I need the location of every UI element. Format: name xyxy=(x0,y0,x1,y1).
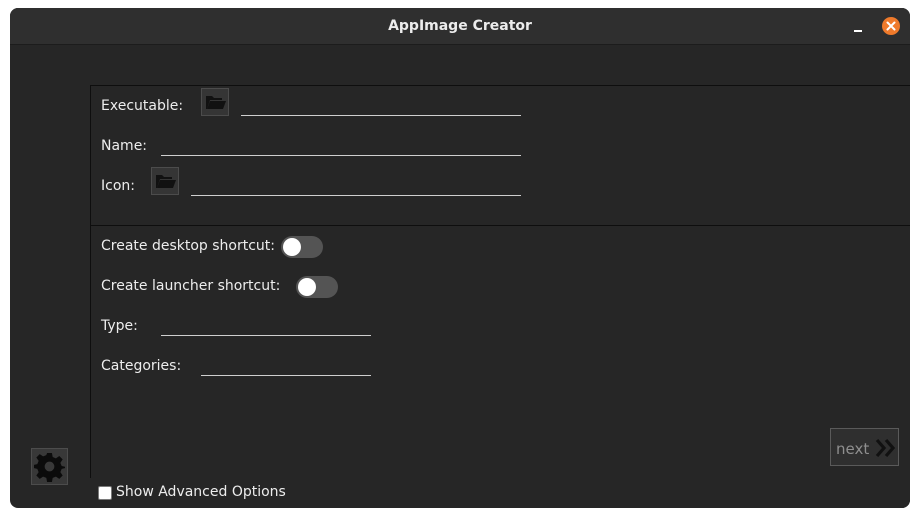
show-advanced-checkbox[interactable] xyxy=(98,486,112,500)
desktop-shortcut-label: Create desktop shortcut: xyxy=(101,238,276,254)
type-field[interactable] xyxy=(161,319,371,336)
next-label: next xyxy=(836,440,870,458)
executable-field[interactable] xyxy=(241,99,521,116)
settings-button[interactable] xyxy=(31,448,68,485)
toggle-knob xyxy=(298,278,316,296)
icon-label: Icon: xyxy=(101,178,135,194)
executable-browse-button[interactable] xyxy=(201,88,229,116)
categories-label: Categories: xyxy=(101,358,182,374)
close-icon xyxy=(886,21,896,31)
desktop-shortcut-toggle[interactable] xyxy=(281,236,323,258)
launcher-shortcut-toggle[interactable] xyxy=(296,276,338,298)
executable-label: Executable: xyxy=(101,98,184,114)
folder-open-icon xyxy=(206,96,226,109)
categories-field[interactable] xyxy=(201,359,371,376)
type-label: Type: xyxy=(101,318,138,334)
next-button[interactable]: next xyxy=(830,428,899,466)
gear-icon xyxy=(34,452,65,482)
show-advanced-label[interactable]: Show Advanced Options xyxy=(116,484,286,500)
folder-open-icon xyxy=(156,175,176,188)
close-button[interactable] xyxy=(882,17,900,35)
double-chevron-right-icon xyxy=(875,438,896,458)
toggle-knob xyxy=(283,238,301,256)
name-field[interactable] xyxy=(161,139,521,156)
section-divider xyxy=(90,225,910,226)
title-bar[interactable]: AppImage Creator xyxy=(10,8,910,45)
app-window: AppImage Creator Executable: Name: Icon:… xyxy=(10,8,910,508)
minimize-button[interactable] xyxy=(850,16,870,36)
window-title: AppImage Creator xyxy=(388,18,532,34)
icon-field[interactable] xyxy=(191,179,521,196)
icon-browse-button[interactable] xyxy=(151,167,179,195)
name-label: Name: xyxy=(101,138,148,154)
launcher-shortcut-label: Create launcher shortcut: xyxy=(101,278,281,294)
